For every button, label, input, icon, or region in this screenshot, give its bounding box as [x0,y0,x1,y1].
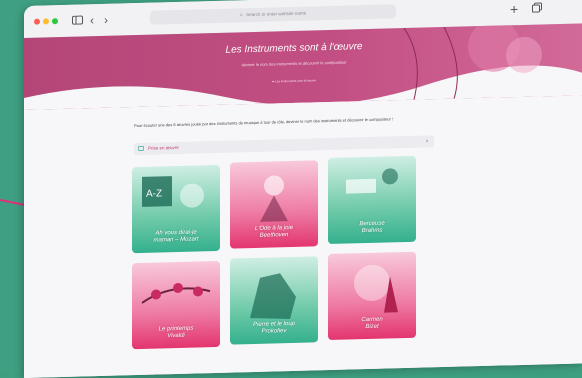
card-label: Berceuse Brahms [328,220,416,236]
work-card-brahms[interactable]: Berceuse Brahms [328,155,416,245]
chat-bubble-icon [138,146,144,151]
intro-text: Pour écouter une des 6 œuvres jouée par … [134,116,394,129]
search-icon: ⌕ [239,12,244,19]
work-card-vivaldi[interactable]: Le printemps Vivaldi [132,260,220,350]
work-card-prokofiev[interactable]: Pierre et le loup Prokofiev [230,256,318,345]
address-bar[interactable]: ⌕ Search or enter website name [150,4,396,25]
close-window-button[interactable] [34,18,40,25]
work-card-mozart[interactable]: A-Z Ah vous dirai-je maman – Mozart [132,164,220,254]
new-tab-plus-icon[interactable]: + [510,0,518,18]
work-card-bizet[interactable]: Carmen Bizet [328,251,416,341]
card-label: Pierre et le loup Prokofiev [230,320,318,336]
card-label: L'Ode à la joie Beethoven [230,224,318,240]
back-arrow-icon[interactable]: ‹ [90,11,94,29]
main-content: Pour écouter une des 6 œuvres jouée par … [24,95,582,378]
card-label: Ah vous dirai-je maman – Mozart [132,229,220,245]
card-label: Le printemps Vivaldi [132,325,220,341]
browser-window: ‹ › ⌕ Search or enter website name + Les … [24,0,582,378]
forward-arrow-icon[interactable]: › [104,11,108,29]
svg-text:A-Z: A-Z [146,188,162,199]
chevron-right-icon: › [426,138,428,145]
sidebar-toggle-icon[interactable] [72,11,83,29]
section-header[interactable]: Prise en œuvre › [134,135,434,156]
maximize-window-button[interactable] [52,18,58,25]
tab-overview-icon[interactable] [532,0,542,18]
work-card-beethoven[interactable]: L'Ode à la joie Beethoven [230,160,318,249]
minimize-window-button[interactable] [43,18,49,25]
address-placeholder: Search or enter website name [246,10,307,18]
section-label: Prise en œuvre [148,144,179,151]
card-label: Carmen Bizet [328,316,416,332]
